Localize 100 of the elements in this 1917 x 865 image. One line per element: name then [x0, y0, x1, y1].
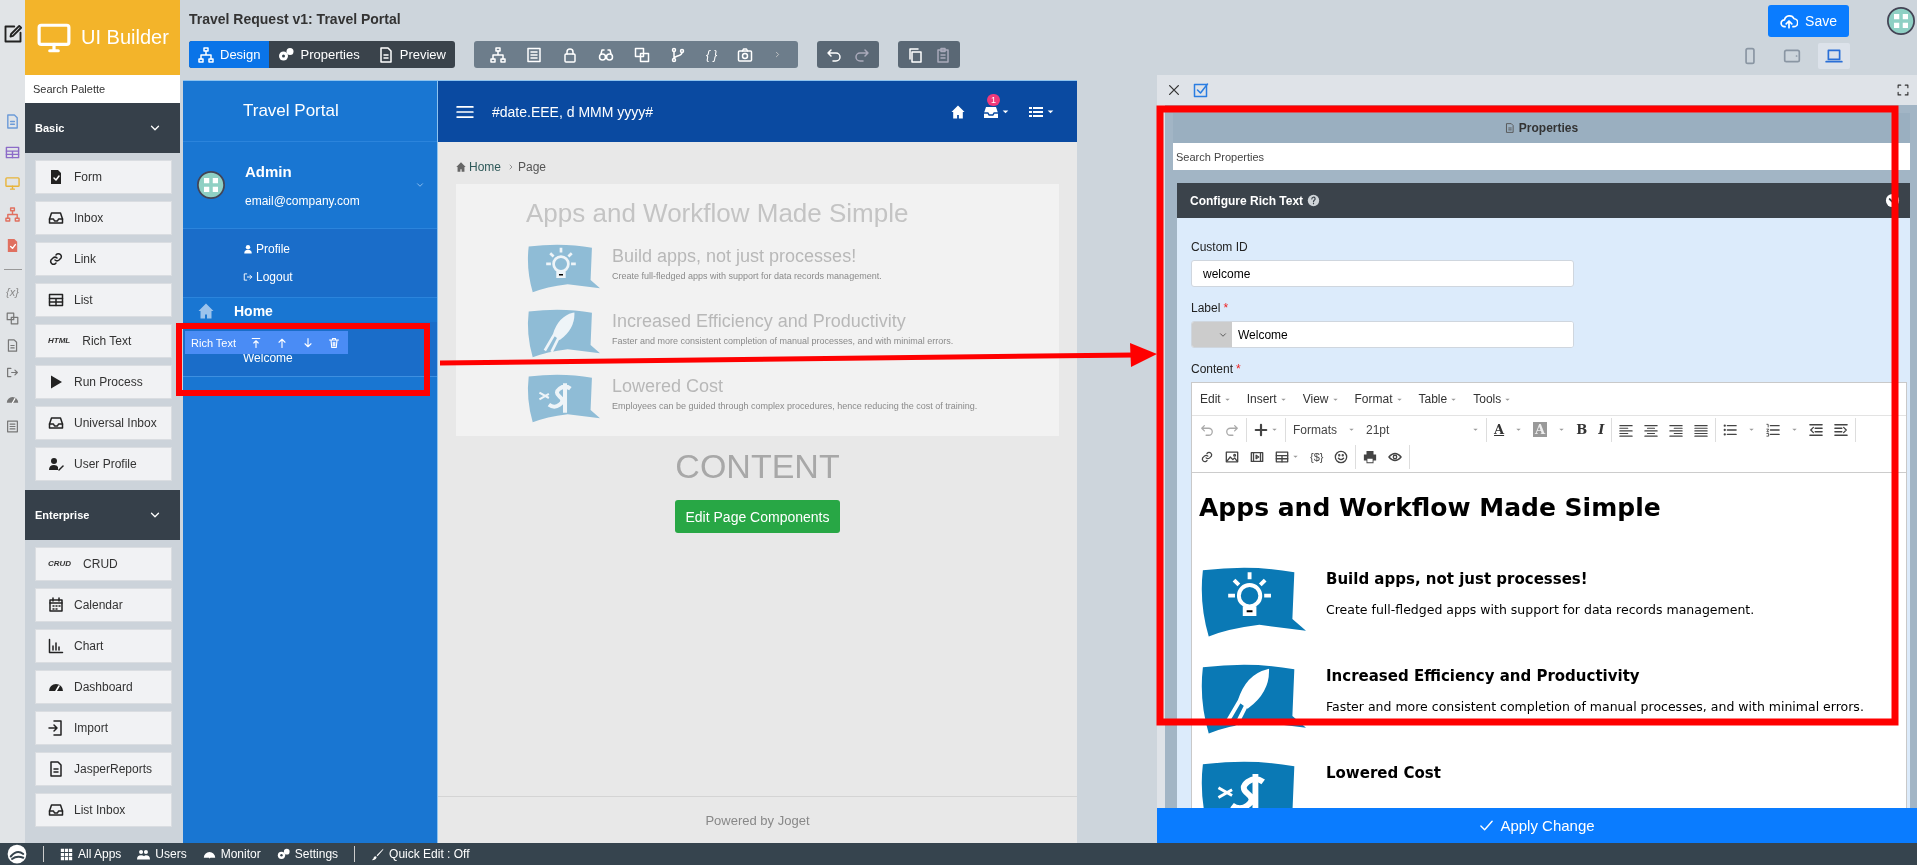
feature-title: Lowered Cost — [1326, 764, 1441, 782]
palette-item[interactable]: Universal Inbox — [35, 406, 172, 440]
move-top-icon[interactable] — [250, 336, 263, 349]
hierarchy-icon[interactable] — [5, 207, 20, 222]
justify-icon[interactable] — [1694, 422, 1709, 437]
translate-icon[interactable] — [6, 312, 19, 325]
status-link[interactable]: Settings — [276, 847, 339, 861]
status-link[interactable]: Users — [137, 847, 187, 861]
app-title: Travel Request v1: Travel Portal — [189, 11, 402, 27]
save-button[interactable]: Save — [1768, 5, 1849, 37]
numbered-list-icon[interactable] — [1766, 422, 1781, 437]
bold-button[interactable]: B — [1576, 422, 1588, 437]
fullscreen-icon[interactable] — [1897, 84, 1909, 96]
rich-text-editor[interactable] — [1191, 382, 1907, 808]
page-icon[interactable] — [525, 46, 542, 63]
font-size-dropdown[interactable]: 21pt — [1366, 422, 1461, 437]
editor-menu[interactable]: View — [1302, 392, 1339, 406]
palette-item[interactable]: User Profile — [35, 447, 172, 481]
bar-chart-icon — [48, 638, 64, 654]
link-icon[interactable] — [1200, 449, 1214, 464]
mode-tab[interactable]: Properties — [269, 41, 369, 68]
sitemap-icon[interactable] — [489, 46, 506, 63]
align-left-icon[interactable] — [1619, 422, 1634, 437]
trash-icon[interactable] — [328, 336, 341, 349]
palette-group-header[interactable]: Enterprise — [25, 490, 180, 540]
palette-item[interactable]: Form — [35, 160, 172, 194]
palette-item[interactable]: Link — [35, 242, 172, 276]
editor-menu[interactable]: Table — [1418, 392, 1458, 406]
section-title: Configure Rich Text — [1190, 193, 1304, 208]
avatar-icon[interactable] — [1887, 7, 1915, 35]
variables-label[interactable]: { } — [705, 47, 718, 62]
media-icon[interactable] — [1250, 449, 1264, 464]
editor-menu[interactable]: Insert — [1246, 392, 1287, 406]
palette-item[interactable]: List — [35, 283, 172, 317]
search-field[interactable]: Search Palette — [25, 75, 180, 103]
palette-item[interactable]: JasperReports — [35, 752, 172, 786]
breadcrumb-link[interactable]: Home — [469, 160, 501, 174]
redo-icon[interactable] — [1225, 422, 1239, 437]
palette-item[interactable]: List Inbox — [35, 793, 172, 827]
status-link[interactable]: All Apps — [60, 847, 122, 861]
apply-change-button[interactable]: Apply Change — [1157, 808, 1917, 843]
undo-icon[interactable] — [826, 46, 843, 63]
editor-menu[interactable]: Tools — [1473, 392, 1512, 406]
paste-icon[interactable] — [935, 46, 952, 63]
feature-title: Lowered Cost — [612, 376, 725, 397]
home-icon[interactable] — [951, 104, 965, 119]
outdent-icon[interactable] — [1809, 422, 1824, 437]
checkbox-icon[interactable] — [1193, 82, 1209, 98]
palette-item[interactable]: HTML Rich Text — [35, 324, 172, 358]
lock-icon[interactable] — [561, 46, 578, 63]
translate-icon[interactable] — [633, 46, 650, 63]
close-icon[interactable] — [1167, 83, 1181, 97]
menu-item[interactable]: Home — [234, 303, 273, 320]
palette-item[interactable]: Calendar — [35, 588, 172, 622]
editor-menu[interactable]: Format — [1354, 392, 1403, 406]
menu-link[interactable]: Profile — [183, 235, 437, 263]
move-up-icon[interactable] — [276, 336, 289, 349]
input-field[interactable]: welcome — [1191, 260, 1574, 287]
editor-menu[interactable]: Edit — [1200, 392, 1231, 406]
text-color-button[interactable]: A — [1494, 422, 1505, 437]
document-icon[interactable] — [5, 238, 20, 253]
redo-icon[interactable] — [854, 46, 871, 63]
undo-icon[interactable] — [1200, 422, 1214, 437]
status-link[interactable]: Monitor — [202, 847, 261, 861]
edit-icon[interactable] — [2, 24, 23, 44]
formats-dropdown[interactable]: Formats — [1293, 422, 1337, 437]
document-icon[interactable] — [6, 339, 19, 352]
quick-edit-toggle[interactable]: Quick Edit : Off — [371, 847, 470, 861]
device-button[interactable] — [1818, 43, 1850, 69]
move-down-icon[interactable] — [302, 336, 315, 349]
palette-item[interactable]: Chart — [35, 629, 172, 663]
variable-button[interactable]: {$} — [1310, 450, 1324, 463]
indent-icon[interactable] — [1834, 422, 1849, 437]
camera-icon[interactable] — [737, 46, 754, 63]
document-icon[interactable] — [5, 114, 20, 129]
palette-item[interactable]: CRUD CRUD — [35, 547, 172, 581]
palette-item[interactable]: Inbox — [35, 201, 172, 235]
feature-description: Create full-fledged apps with support for data records management. — [612, 271, 882, 281]
bullet-list-icon[interactable] — [1723, 422, 1738, 437]
smiley-icon[interactable] — [1334, 449, 1349, 464]
italic-button[interactable]: I — [1598, 422, 1605, 437]
palette-group-header[interactable]: Basic — [25, 103, 180, 153]
palette-item[interactable]: Run Process — [35, 365, 172, 399]
table-icon[interactable] — [1275, 449, 1289, 464]
menu-link[interactable]: Logout — [183, 263, 437, 291]
logo-icon[interactable] — [7, 844, 27, 864]
align-right-icon[interactable] — [1669, 422, 1684, 437]
copy-icon[interactable] — [907, 46, 924, 63]
search-field[interactable]: Search Properties — [1173, 143, 1910, 170]
binoculars-icon[interactable] — [597, 46, 614, 63]
plus-icon[interactable] — [1254, 422, 1268, 437]
palette-item[interactable]: Dashboard — [35, 670, 172, 704]
mode-tab[interactable]: Preview — [368, 41, 455, 68]
align-center-icon[interactable] — [1644, 422, 1659, 437]
branch-icon[interactable] — [669, 46, 686, 63]
mode-tab[interactable]: Design — [189, 41, 270, 68]
palette-item[interactable]: Import — [35, 711, 172, 745]
print-icon[interactable] — [1363, 449, 1378, 464]
image-icon[interactable] — [1225, 449, 1239, 464]
input-field[interactable]: Welcome — [1191, 321, 1574, 348]
